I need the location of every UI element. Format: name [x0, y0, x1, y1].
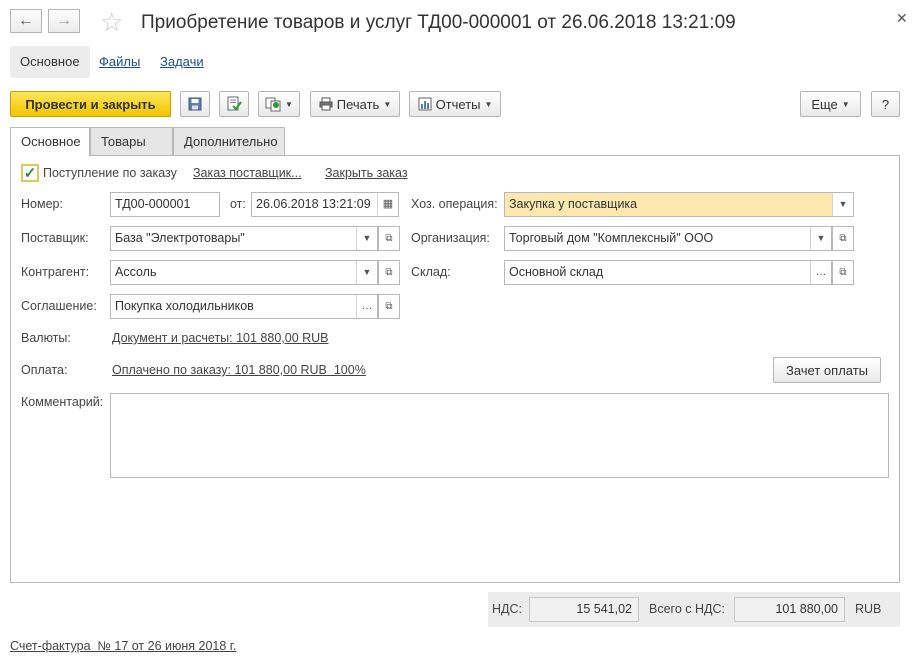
- organization-value: Торговый дом "Комплексный" ООО: [509, 231, 714, 245]
- save-button[interactable]: [180, 91, 210, 117]
- by-order-label: Поступление по заказу: [43, 166, 177, 180]
- comment-textarea[interactable]: [110, 393, 889, 478]
- close-order-link[interactable]: Закрыть заказ: [325, 166, 408, 180]
- operation-value: Закупка у поставщика: [509, 197, 638, 211]
- more-label: Еще: [811, 96, 838, 112]
- chevron-down-icon[interactable]: ▼: [356, 261, 377, 284]
- open-icon[interactable]: ⧉: [832, 226, 854, 251]
- section-tab-additional[interactable]: Дополнительно: [173, 127, 285, 155]
- chevron-down-icon: ▼: [841, 99, 850, 109]
- date-label: от:: [230, 197, 246, 211]
- print-button[interactable]: Печать ▼: [310, 91, 400, 117]
- chevron-down-icon[interactable]: ▼: [810, 227, 831, 250]
- create-based-on-button[interactable]: ▼: [258, 91, 300, 117]
- print-label: Печать: [336, 96, 380, 112]
- reports-icon: [418, 97, 432, 111]
- total-field: 101 880,00: [734, 597, 845, 622]
- ellipsis-icon[interactable]: …: [810, 261, 831, 284]
- create-based-on-icon: [265, 97, 281, 112]
- chevron-down-icon[interactable]: ▼: [356, 227, 377, 250]
- arrow-right-icon: →: [56, 12, 72, 29]
- operation-select[interactable]: Закупка у поставщика ▼: [504, 192, 854, 217]
- vat-field: 15 541,02: [529, 597, 639, 622]
- currency-code: RUB: [855, 602, 882, 616]
- organization-field[interactable]: Торговый дом "Комплексный" ООО ▼: [504, 226, 832, 251]
- by-order-checkbox[interactable]: ✓: [21, 164, 39, 182]
- date-field[interactable]: 26.06.2018 13:21:09 ▦: [251, 192, 399, 217]
- vat-label: НДС:: [492, 602, 522, 616]
- section-tab-goods[interactable]: Товары (3): [90, 127, 173, 177]
- counterparty-value: Ассоль: [115, 265, 157, 279]
- comment-label: Комментарий:: [21, 395, 104, 409]
- back-button[interactable]: ←: [10, 9, 42, 33]
- open-icon[interactable]: ⧉: [378, 260, 400, 285]
- supplier-value: База "Электротовары": [115, 231, 245, 245]
- help-button[interactable]: ?: [871, 91, 900, 117]
- payment-label: Оплата:: [21, 363, 68, 377]
- tab-main[interactable]: Основное: [10, 46, 90, 78]
- counterparty-label: Контрагент:: [21, 265, 90, 279]
- more-button[interactable]: Еще ▼: [800, 91, 861, 117]
- checkmark-icon: ✓: [23, 165, 37, 182]
- tab-tasks[interactable]: Задачи: [150, 46, 214, 78]
- reports-button[interactable]: Отчеты ▼: [409, 91, 501, 117]
- invoice-link[interactable]: Счет-фактура № 17 от 26 июня 2018 г.: [10, 639, 236, 653]
- currency-label: Валюты:: [21, 331, 71, 345]
- chevron-down-icon[interactable]: ▼: [832, 193, 853, 216]
- supplier-label: Поставщик:: [21, 231, 89, 245]
- date-value: 26.06.2018 13:21:09: [256, 197, 371, 211]
- post-and-close-button[interactable]: Провести и закрыть: [10, 91, 171, 117]
- agreement-field[interactable]: Покупка холодильников …: [110, 294, 378, 319]
- agreement-value: Покупка холодильников: [115, 299, 254, 313]
- open-icon[interactable]: ⧉: [378, 294, 400, 319]
- favorite-star-icon[interactable]: ☆: [100, 8, 123, 36]
- currency-link[interactable]: Документ и расчеты: 101 880,00 RUB: [112, 331, 329, 345]
- ellipsis-icon[interactable]: …: [356, 295, 377, 318]
- number-field[interactable]: ТД00-000001: [110, 192, 220, 217]
- printer-icon: [319, 97, 333, 111]
- post-document-icon: [227, 96, 242, 111]
- tab-files[interactable]: Файлы: [89, 46, 150, 78]
- total-label: Всего с НДС:: [649, 602, 725, 616]
- chevron-down-icon: ▼: [383, 99, 392, 109]
- warehouse-field[interactable]: Основной склад …: [504, 260, 832, 285]
- organization-label: Организация:: [411, 231, 490, 245]
- warehouse-label: Склад:: [411, 265, 451, 279]
- number-label: Номер:: [21, 197, 63, 211]
- payment-link[interactable]: Оплачено по заказу: 101 880,00 RUB 100%: [112, 363, 366, 377]
- calendar-icon[interactable]: ▦: [377, 193, 398, 216]
- operation-label: Хоз. операция:: [411, 197, 498, 211]
- open-icon[interactable]: ⧉: [832, 260, 854, 285]
- page-title: Приобретение товаров и услуг ТД00-000001…: [141, 12, 736, 33]
- forward-button[interactable]: →: [48, 9, 80, 33]
- agreement-label: Соглашение:: [21, 299, 97, 313]
- offset-payment-button[interactable]: Зачет оплаты: [773, 357, 881, 383]
- close-icon[interactable]: ✕: [896, 10, 908, 27]
- warehouse-value: Основной склад: [509, 265, 604, 279]
- chevron-down-icon: ▼: [484, 99, 493, 109]
- section-tab-main[interactable]: Основное: [10, 127, 90, 156]
- supplier-order-link[interactable]: Заказ поставщик...: [193, 166, 302, 180]
- chevron-down-icon: ▼: [285, 99, 293, 109]
- save-icon: [188, 97, 202, 111]
- open-icon[interactable]: ⧉: [378, 226, 400, 251]
- arrow-left-icon: ←: [18, 12, 34, 29]
- supplier-field[interactable]: База "Электротовары" ▼: [110, 226, 378, 251]
- reports-label: Отчеты: [435, 96, 481, 112]
- counterparty-field[interactable]: Ассоль ▼: [110, 260, 378, 285]
- post-button[interactable]: [219, 91, 249, 117]
